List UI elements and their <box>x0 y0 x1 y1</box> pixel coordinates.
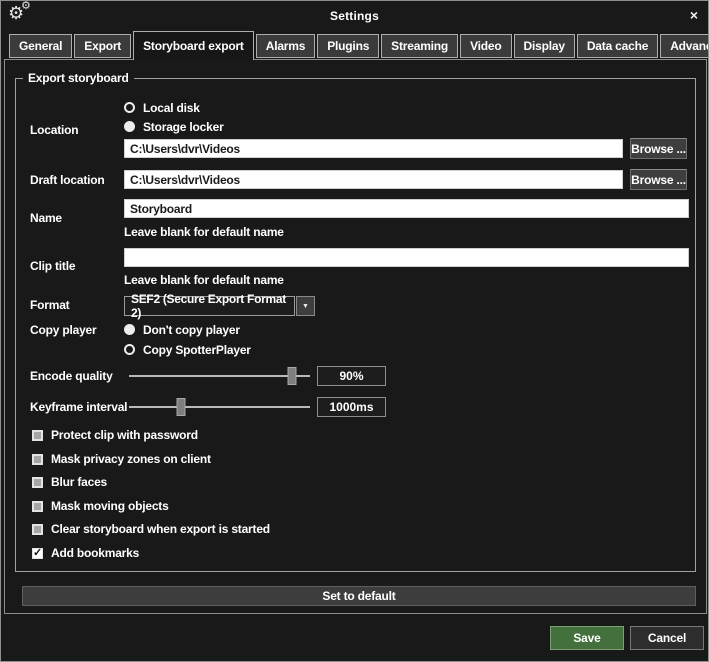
radio-button[interactable] <box>124 324 135 335</box>
checkbox-label: Protect clip with password <box>51 428 198 442</box>
keyframe-interval-label: Keyframe interval <box>30 400 127 414</box>
checkbox[interactable] <box>32 430 43 441</box>
chevron-down-icon[interactable]: ▼ <box>296 296 315 316</box>
tab-general[interactable]: General <box>9 34 72 58</box>
radio-label: Local disk <box>143 101 200 115</box>
location-label: Location <box>30 123 78 137</box>
format-dropdown-value[interactable]: SEF2 (Secure Export Format 2) <box>124 296 295 316</box>
radio-button[interactable] <box>124 102 135 113</box>
radio-copy-spotterplayer[interactable]: Copy SpotterPlayer <box>124 342 251 357</box>
checkbox[interactable] <box>32 477 43 488</box>
tab-content-panel: Export storyboard Local disk Storage loc… <box>4 59 707 614</box>
encode-quality-slider[interactable] <box>129 366 310 386</box>
tab-advanced[interactable]: Advanced <box>660 34 709 58</box>
close-icon[interactable]: × <box>690 7 698 23</box>
keyframe-interval-value: 1000ms <box>317 397 386 417</box>
radio-local-disk[interactable]: Local disk <box>124 100 200 115</box>
checkbox-label: Blur faces <box>51 475 107 489</box>
title-bar: ⚙ ⚙ Settings × <box>1 1 708 31</box>
draft-location-browse-button[interactable]: Browse ... <box>630 169 687 190</box>
radio-label: Don't copy player <box>143 323 240 337</box>
checkbox[interactable] <box>32 454 43 465</box>
tab-plugins[interactable]: Plugins <box>317 34 379 58</box>
tab-video[interactable]: Video <box>460 34 511 58</box>
location-path-input[interactable] <box>124 139 623 158</box>
radio-button[interactable] <box>124 344 135 355</box>
tab-data-cache[interactable]: Data cache <box>577 34 658 58</box>
slider-track <box>129 375 310 377</box>
location-browse-button[interactable]: Browse ... <box>630 138 687 159</box>
tab-streaming[interactable]: Streaming <box>381 34 458 58</box>
draft-location-label: Draft location <box>30 173 105 187</box>
set-to-default-button[interactable]: Set to default <box>22 586 696 606</box>
checkbox-mask-privacy-zones[interactable]: Mask privacy zones on client <box>32 452 211 466</box>
checkbox-clear-storyboard[interactable]: Clear storyboard when export is started <box>32 522 270 536</box>
slider-track <box>129 406 310 408</box>
clip-title-hint: Leave blank for default name <box>124 273 284 287</box>
radio-dont-copy-player[interactable]: Don't copy player <box>124 322 240 337</box>
tab-bar: General Export Storyboard export Alarms … <box>9 31 709 60</box>
draft-location-path-input[interactable] <box>124 170 623 189</box>
tab-alarms[interactable]: Alarms <box>256 34 316 58</box>
checkbox[interactable] <box>32 501 43 512</box>
name-label: Name <box>30 211 62 225</box>
checkbox-mask-moving-objects[interactable]: Mask moving objects <box>32 499 169 513</box>
encode-quality-label: Encode quality <box>30 369 113 383</box>
bottom-strip <box>2 655 707 660</box>
checkbox-label: Clear storyboard when export is started <box>51 522 270 536</box>
radio-button[interactable] <box>124 121 135 132</box>
save-button[interactable]: Save <box>550 626 624 650</box>
encode-quality-value: 90% <box>317 366 386 386</box>
radio-label: Storage locker <box>143 120 224 134</box>
radio-storage-locker[interactable]: Storage locker <box>124 119 224 134</box>
name-hint: Leave blank for default name <box>124 225 284 239</box>
checkbox-label: Mask moving objects <box>51 499 169 513</box>
checkbox-label: Mask privacy zones on client <box>51 452 211 466</box>
format-dropdown[interactable]: SEF2 (Secure Export Format 2) ▼ <box>124 296 315 316</box>
settings-window: ⚙ ⚙ Settings × General Export Storyboard… <box>0 0 709 662</box>
tab-storyboard-export[interactable]: Storyboard export <box>133 31 254 60</box>
copy-player-label: Copy player <box>30 323 97 337</box>
radio-label: Copy SpotterPlayer <box>143 343 251 357</box>
checkbox[interactable] <box>32 548 43 559</box>
cancel-button[interactable]: Cancel <box>630 626 704 650</box>
slider-handle[interactable] <box>177 398 186 416</box>
tab-display[interactable]: Display <box>514 34 575 58</box>
checkbox-add-bookmarks[interactable]: Add bookmarks <box>32 546 139 560</box>
checkbox-protect-clip[interactable]: Protect clip with password <box>32 428 198 442</box>
format-label: Format <box>30 298 69 312</box>
name-input[interactable] <box>124 199 689 218</box>
checkbox[interactable] <box>32 524 43 535</box>
group-title: Export storyboard <box>23 71 134 85</box>
clip-title-label: Clip title <box>30 259 75 273</box>
window-title: Settings <box>1 9 708 23</box>
checkbox-label: Add bookmarks <box>51 546 139 560</box>
clip-title-input[interactable] <box>124 248 689 267</box>
checkbox-blur-faces[interactable]: Blur faces <box>32 475 107 489</box>
tab-export[interactable]: Export <box>74 34 131 58</box>
slider-handle[interactable] <box>287 367 296 385</box>
keyframe-interval-slider[interactable] <box>129 397 310 417</box>
